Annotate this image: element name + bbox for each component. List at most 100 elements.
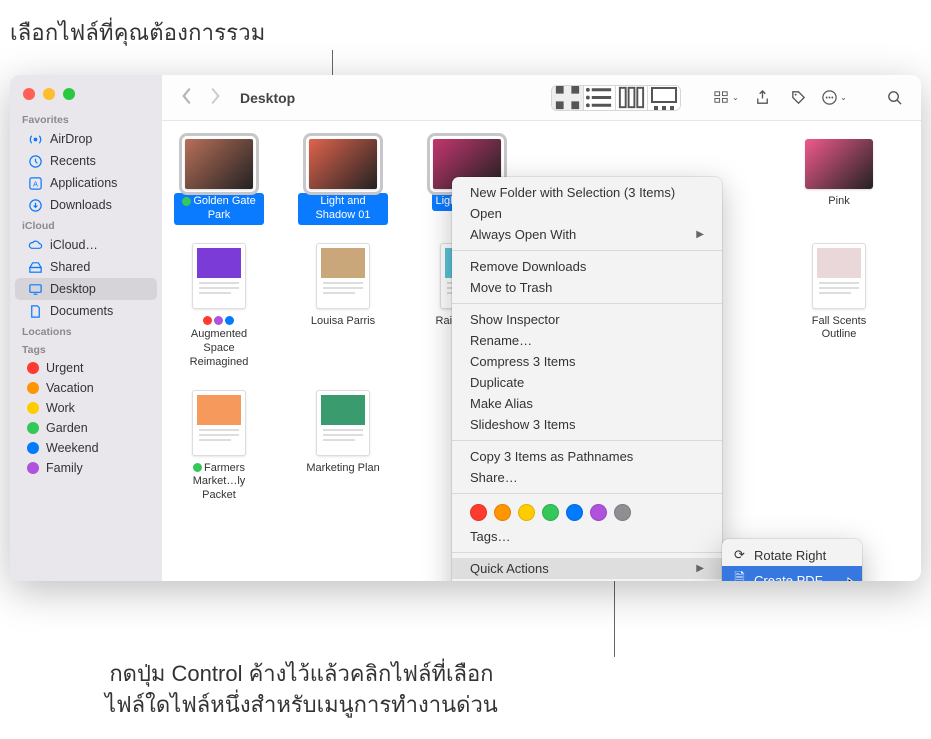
sidebar-item-label: Shared xyxy=(50,260,90,274)
file-name-label: Louisa Parris xyxy=(307,313,379,331)
separator xyxy=(452,493,722,494)
tag-dot-icon xyxy=(27,462,39,474)
sidebar-item-label: AirDrop xyxy=(50,132,92,146)
annotation-bottom-line2: ไฟล์ใดไฟล์หนึ่งสำหรับเมนูการทำงานด่วน xyxy=(105,690,498,721)
ctx-compress[interactable]: Compress 3 Items xyxy=(452,351,722,372)
sidebar-item-work[interactable]: Work xyxy=(15,398,157,418)
sidebar-item-label: Vacation xyxy=(46,381,94,395)
ctx-remove-downloads[interactable]: Remove Downloads xyxy=(452,256,722,277)
ctx-duplicate[interactable]: Duplicate xyxy=(452,372,722,393)
ctx-copy-pathnames[interactable]: Copy 3 Items as Pathnames xyxy=(452,446,722,467)
shared-icon xyxy=(27,259,43,275)
file-item[interactable]: Louisa Parris xyxy=(298,243,388,372)
tag-color-swatch[interactable] xyxy=(494,504,511,521)
gallery-view-button[interactable] xyxy=(648,86,680,110)
ctx-slideshow[interactable]: Slideshow 3 Items xyxy=(452,414,722,435)
apps-icon: A xyxy=(27,175,43,191)
tag-color-swatch[interactable] xyxy=(566,504,583,521)
sidebar-item-label: Urgent xyxy=(46,361,84,375)
file-item[interactable]: Farmers Market…ly Packet xyxy=(174,390,264,505)
main-panel: Desktop ⌄ ⌄ Golden Gate ParkLight and Sh… xyxy=(162,75,921,581)
sidebar-item-garden[interactable]: Garden xyxy=(15,418,157,438)
sidebar-item-vacation[interactable]: Vacation xyxy=(15,378,157,398)
ctx-share[interactable]: Share… xyxy=(452,467,722,488)
sidebar-item-icloud-[interactable]: iCloud… xyxy=(15,234,157,256)
sidebar-item-label: iCloud… xyxy=(50,238,98,252)
tag-button[interactable] xyxy=(783,86,813,110)
annotation-bottom-line1: กดปุ่ม Control ค้างไว้แล้วคลิกไฟล์ที่เลื… xyxy=(105,659,498,690)
ctx-move-trash[interactable]: Move to Trash xyxy=(452,277,722,298)
tag-color-swatch[interactable] xyxy=(614,504,631,521)
close-button[interactable] xyxy=(23,88,35,100)
file-item[interactable]: Augmented Space Reimagined xyxy=(174,243,264,372)
sidebar-item-recents[interactable]: Recents xyxy=(15,150,157,172)
tag-dot-icon xyxy=(27,442,39,454)
ctx-open[interactable]: Open xyxy=(452,203,722,224)
sidebar-item-weekend[interactable]: Weekend xyxy=(15,438,157,458)
forward-button[interactable] xyxy=(208,87,222,108)
ctx-always-open[interactable]: Always Open With▶ xyxy=(452,224,722,245)
tag-dot-icon xyxy=(27,382,39,394)
documents-icon xyxy=(27,303,43,319)
sidebar-item-desktop[interactable]: Desktop xyxy=(15,278,157,300)
tag-color-swatch[interactable] xyxy=(590,504,607,521)
minimize-button[interactable] xyxy=(43,88,55,100)
sidebar-item-shared[interactable]: Shared xyxy=(15,256,157,278)
icon-view-button[interactable] xyxy=(552,86,584,110)
sidebar-item-applications[interactable]: AApplications xyxy=(15,172,157,194)
traffic-lights xyxy=(10,75,162,110)
icloud-icon xyxy=(27,237,43,253)
sidebar-item-downloads[interactable]: Downloads xyxy=(15,194,157,216)
ctx-rename[interactable]: Rename… xyxy=(452,330,722,351)
file-item[interactable]: Golden Gate Park xyxy=(174,139,264,225)
back-button[interactable] xyxy=(180,87,194,108)
file-name-label: Augmented Space Reimagined xyxy=(174,313,264,372)
zoom-button[interactable] xyxy=(63,88,75,100)
sidebar-item-documents[interactable]: Documents xyxy=(15,300,157,322)
file-name-label: Golden Gate Park xyxy=(174,193,264,225)
svg-text:A: A xyxy=(32,179,37,188)
sub-rotate-right[interactable]: ⟳Rotate Right xyxy=(722,544,862,566)
rotate-icon: ⟳ xyxy=(732,547,747,563)
file-thumbnail xyxy=(185,139,253,189)
search-button[interactable] xyxy=(879,86,909,110)
sidebar-item-airdrop[interactable]: AirDrop xyxy=(15,128,157,150)
ctx-tags[interactable]: Tags… xyxy=(452,526,722,547)
list-view-button[interactable] xyxy=(584,86,616,110)
file-tag-dot xyxy=(182,197,191,206)
file-name-label: Light and Shadow 01 xyxy=(298,193,388,225)
sidebar-item-label: Weekend xyxy=(46,441,99,455)
sidebar-item-family[interactable]: Family xyxy=(15,458,157,478)
sidebar-item-label: Documents xyxy=(50,304,113,318)
tag-color-swatch[interactable] xyxy=(518,504,535,521)
quick-actions-submenu: ⟳Rotate Right 🗎Create PDF 🖾Convert Image… xyxy=(722,539,862,581)
annotation-bottom: กดปุ่ม Control ค้างไว้แล้วคลิกไฟล์ที่เลื… xyxy=(105,659,498,721)
recents-icon xyxy=(27,153,43,169)
sidebar-item-urgent[interactable]: Urgent xyxy=(15,358,157,378)
share-button[interactable] xyxy=(747,86,777,110)
file-thumbnail xyxy=(316,243,370,309)
sidebar: FavoritesAirDropRecentsAApplicationsDown… xyxy=(10,75,162,581)
tag-color-swatch[interactable] xyxy=(470,504,487,521)
file-tag-dot xyxy=(203,316,212,325)
file-item[interactable]: Fall Scents Outline xyxy=(794,243,884,372)
context-menu: New Folder with Selection (3 Items) Open… xyxy=(452,177,722,581)
tag-color-swatch[interactable] xyxy=(542,504,559,521)
airdrop-icon xyxy=(27,131,43,147)
sub-create-pdf[interactable]: 🗎Create PDF xyxy=(722,566,862,581)
file-item[interactable]: Light and Shadow 01 xyxy=(298,139,388,225)
file-item[interactable]: Marketing Plan xyxy=(298,390,388,505)
file-thumbnail xyxy=(192,243,246,309)
group-button[interactable]: ⌄ xyxy=(711,86,741,110)
ctx-make-alias[interactable]: Make Alias xyxy=(452,393,722,414)
separator xyxy=(452,303,722,304)
ctx-show-inspector[interactable]: Show Inspector xyxy=(452,309,722,330)
column-view-button[interactable] xyxy=(616,86,648,110)
sidebar-item-label: Garden xyxy=(46,421,88,435)
more-button[interactable]: ⌄ xyxy=(819,86,849,110)
file-area[interactable]: Golden Gate ParkLight and Shadow 01Light… xyxy=(162,121,921,581)
ctx-quick-actions[interactable]: Quick Actions▶ xyxy=(452,558,722,579)
finder-window: FavoritesAirDropRecentsAApplicationsDown… xyxy=(10,75,921,581)
file-item[interactable]: Pink xyxy=(794,139,884,225)
ctx-new-folder[interactable]: New Folder with Selection (3 Items) xyxy=(452,182,722,203)
